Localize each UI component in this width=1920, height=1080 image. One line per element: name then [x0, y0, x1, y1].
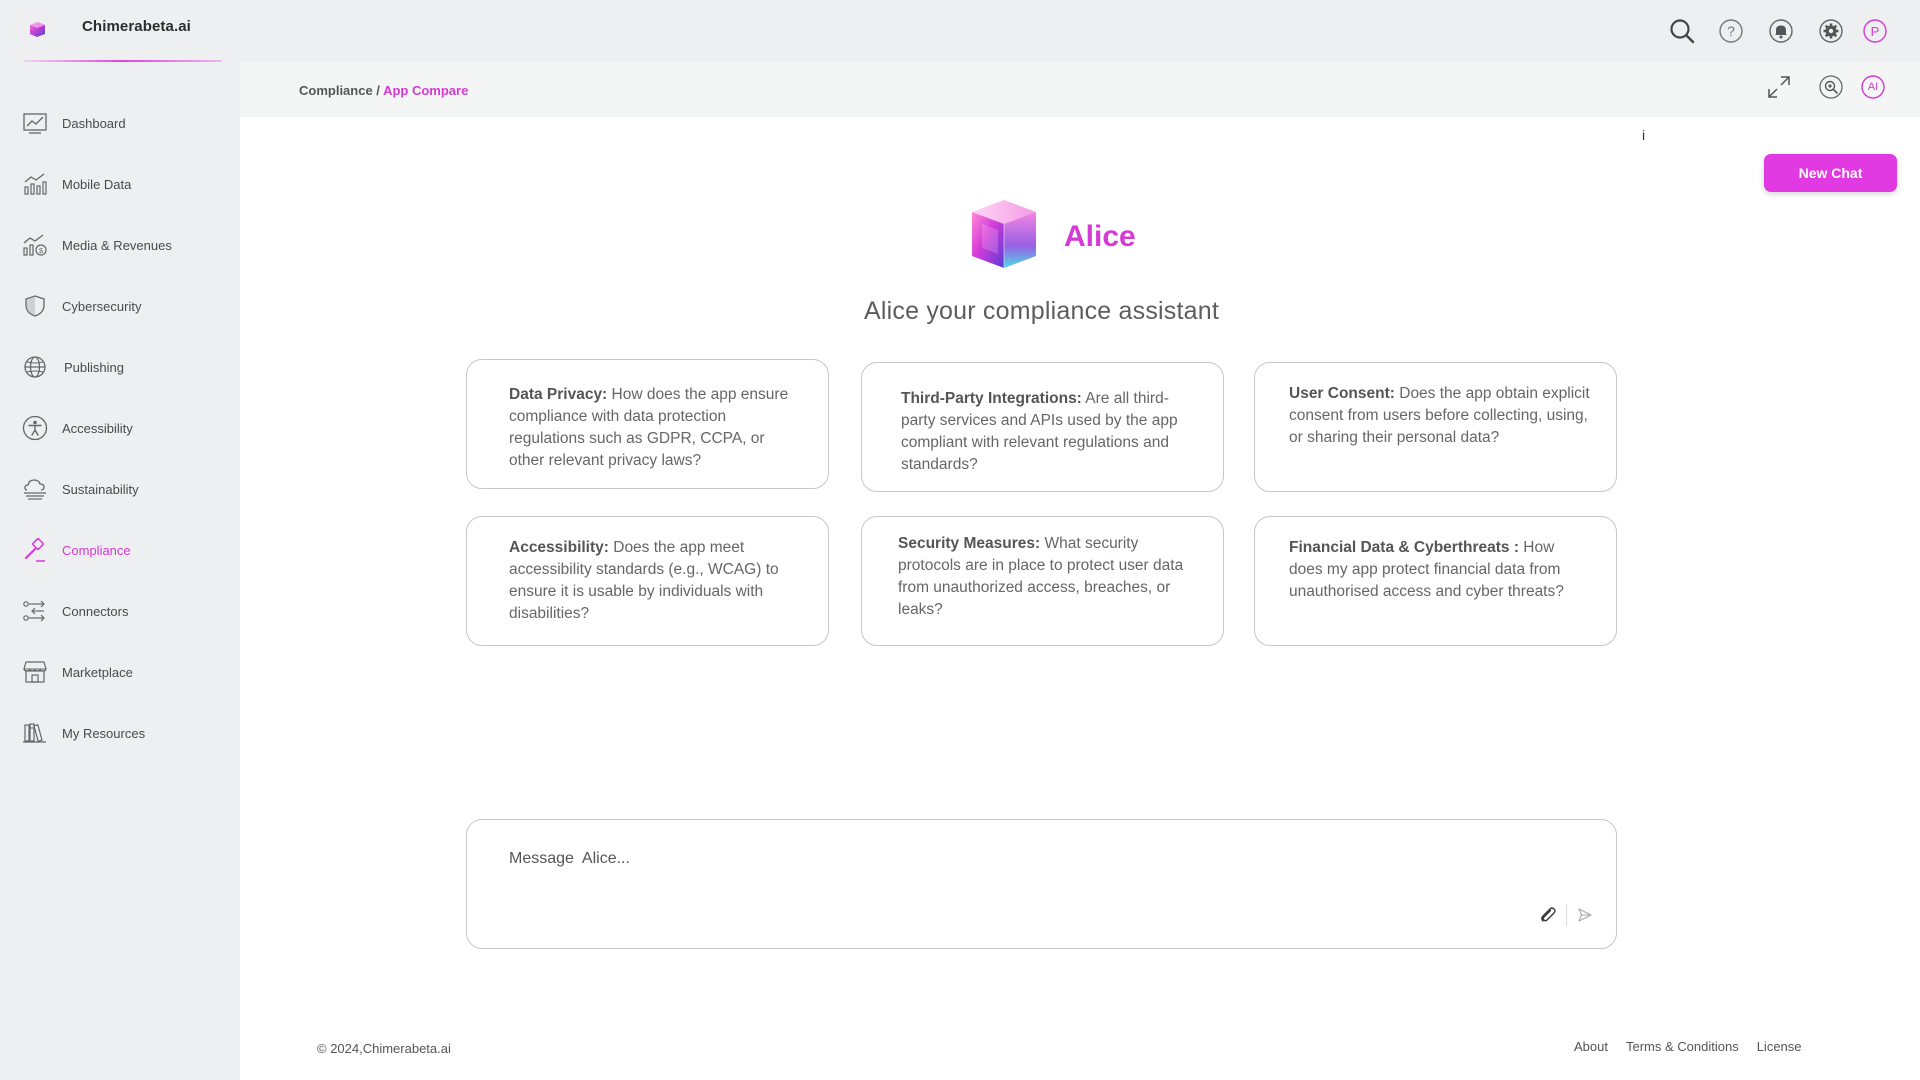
dashboard-icon — [20, 108, 50, 138]
card-title: Security Measures: — [898, 535, 1041, 552]
message-input[interactable] — [509, 846, 1509, 872]
sidebar-item-my-resources[interactable]: My Resources — [20, 717, 230, 749]
app-title: Chimerabeta.ai — [82, 18, 191, 35]
search-icon[interactable] — [1667, 16, 1697, 46]
breadcrumb-parent[interactable]: Compliance / — [299, 83, 380, 98]
help-icon[interactable]: ? — [1716, 16, 1746, 46]
send-icon[interactable] — [1574, 904, 1596, 926]
sidebar-item-media-revenues[interactable]: $ Media & Revenues — [20, 229, 230, 261]
suggestion-card-data-privacy[interactable]: Data Privacy: How does the app ensure co… — [466, 359, 829, 489]
sidebar-item-label: Connectors — [62, 603, 129, 619]
message-composer — [466, 819, 1617, 949]
svg-text:?: ? — [1727, 23, 1735, 39]
footer-copyright: © 2024,Chimerabeta.ai — [317, 1041, 451, 1056]
connectors-icon — [20, 596, 50, 626]
alice-cube-icon — [964, 194, 1044, 279]
ai-icon[interactable]: AI — [1860, 74, 1886, 100]
sidebar-item-label: Publishing — [64, 359, 124, 375]
media-revenues-icon: $ — [20, 230, 50, 260]
info-marker[interactable]: i — [1642, 127, 1645, 143]
assistant-subtitle: Alice your compliance assistant — [864, 297, 1219, 325]
bell-icon[interactable] — [1766, 16, 1796, 46]
card-title: Accessibility: — [509, 539, 609, 556]
suggestion-card-user-consent[interactable]: User Consent: Does the app obtain explic… — [1254, 362, 1617, 492]
suggestion-card-security[interactable]: Security Measures: What security protoco… — [861, 516, 1224, 646]
breadcrumb-current: App Compare — [383, 83, 469, 98]
profile-avatar-icon[interactable]: P — [1860, 16, 1890, 46]
gavel-icon — [20, 535, 50, 565]
sidebar-item-mobile-data[interactable]: Mobile Data — [20, 168, 230, 200]
sidebar-item-dashboard[interactable]: Dashboard — [20, 107, 230, 139]
sidebar-item-label: Accessibility — [62, 420, 133, 436]
svg-text:$: $ — [39, 248, 43, 255]
footer-link-terms[interactable]: Terms & Conditions — [1626, 1039, 1739, 1054]
paperclip-icon[interactable] — [1537, 904, 1559, 926]
composer-divider — [1566, 904, 1567, 926]
sidebar-item-label: Sustainability — [62, 481, 139, 497]
suggestion-card-third-party[interactable]: Third-Party Integrations: Are all third-… — [861, 362, 1224, 492]
logo-icon[interactable] — [26, 18, 50, 42]
sidebar-item-label: Mobile Data — [62, 176, 132, 192]
card-title: Third-Party Integrations: — [901, 390, 1082, 407]
globe-icon — [20, 352, 50, 382]
mobile-data-icon — [20, 169, 50, 199]
new-chat-button[interactable]: New Chat — [1764, 154, 1897, 192]
top-bar: Chimerabeta.ai ? P — [0, 0, 1920, 62]
sidebar-item-accessibility[interactable]: Accessibility — [20, 412, 230, 444]
sidebar: Dashboard Mobile Data $ Media & Revenues… — [0, 62, 240, 1080]
accessibility-icon — [20, 413, 50, 443]
app-root: Chimerabeta.ai ? P Dashboard Mobile Data… — [0, 0, 1920, 1080]
footer-links: About Terms & Conditions License — [1574, 1039, 1802, 1054]
zoom-icon[interactable] — [1818, 74, 1844, 105]
sidebar-item-label: Dashboard — [62, 115, 126, 131]
sidebar-item-marketplace[interactable]: Marketplace — [20, 656, 230, 688]
footer-link-about[interactable]: About — [1574, 1039, 1608, 1054]
footer-link-license[interactable]: License — [1757, 1039, 1802, 1054]
cloud-icon — [20, 474, 50, 504]
assistant-header: Alice — [964, 194, 1136, 279]
sidebar-item-label: Compliance — [62, 542, 131, 558]
sidebar-item-connectors[interactable]: Connectors — [20, 595, 230, 627]
breadcrumb: Compliance / App Compare — [299, 83, 468, 98]
suggestion-card-accessibility[interactable]: Accessibility: Does the app meet accessi… — [466, 516, 829, 646]
sidebar-item-label: My Resources — [62, 725, 146, 741]
ai-icon-label: AI — [1867, 81, 1879, 93]
card-title: Financial Data & Cyberthreats : — [1289, 539, 1519, 556]
assistant-name: Alice — [1064, 219, 1136, 253]
breadcrumb-bar: Compliance / App Compare AI — [240, 62, 1920, 117]
sidebar-item-label: Media & Revenues — [62, 237, 172, 253]
card-title: Data Privacy: — [509, 386, 608, 403]
suggestion-card-financial[interactable]: Financial Data & Cyberthreats : How does… — [1254, 516, 1617, 646]
sidebar-item-label: Marketplace — [62, 664, 133, 680]
books-icon — [20, 718, 50, 748]
expand-icon[interactable] — [1766, 74, 1792, 105]
avatar-letter: P — [1870, 23, 1880, 39]
sidebar-item-publishing[interactable]: Publishing — [20, 351, 230, 383]
sidebar-item-compliance[interactable]: Compliance — [20, 534, 230, 566]
store-icon — [20, 657, 50, 687]
settings-icon[interactable] — [1816, 16, 1846, 46]
card-title: User Consent: — [1289, 385, 1395, 402]
sidebar-item-sustainability[interactable]: Sustainability — [20, 473, 230, 505]
